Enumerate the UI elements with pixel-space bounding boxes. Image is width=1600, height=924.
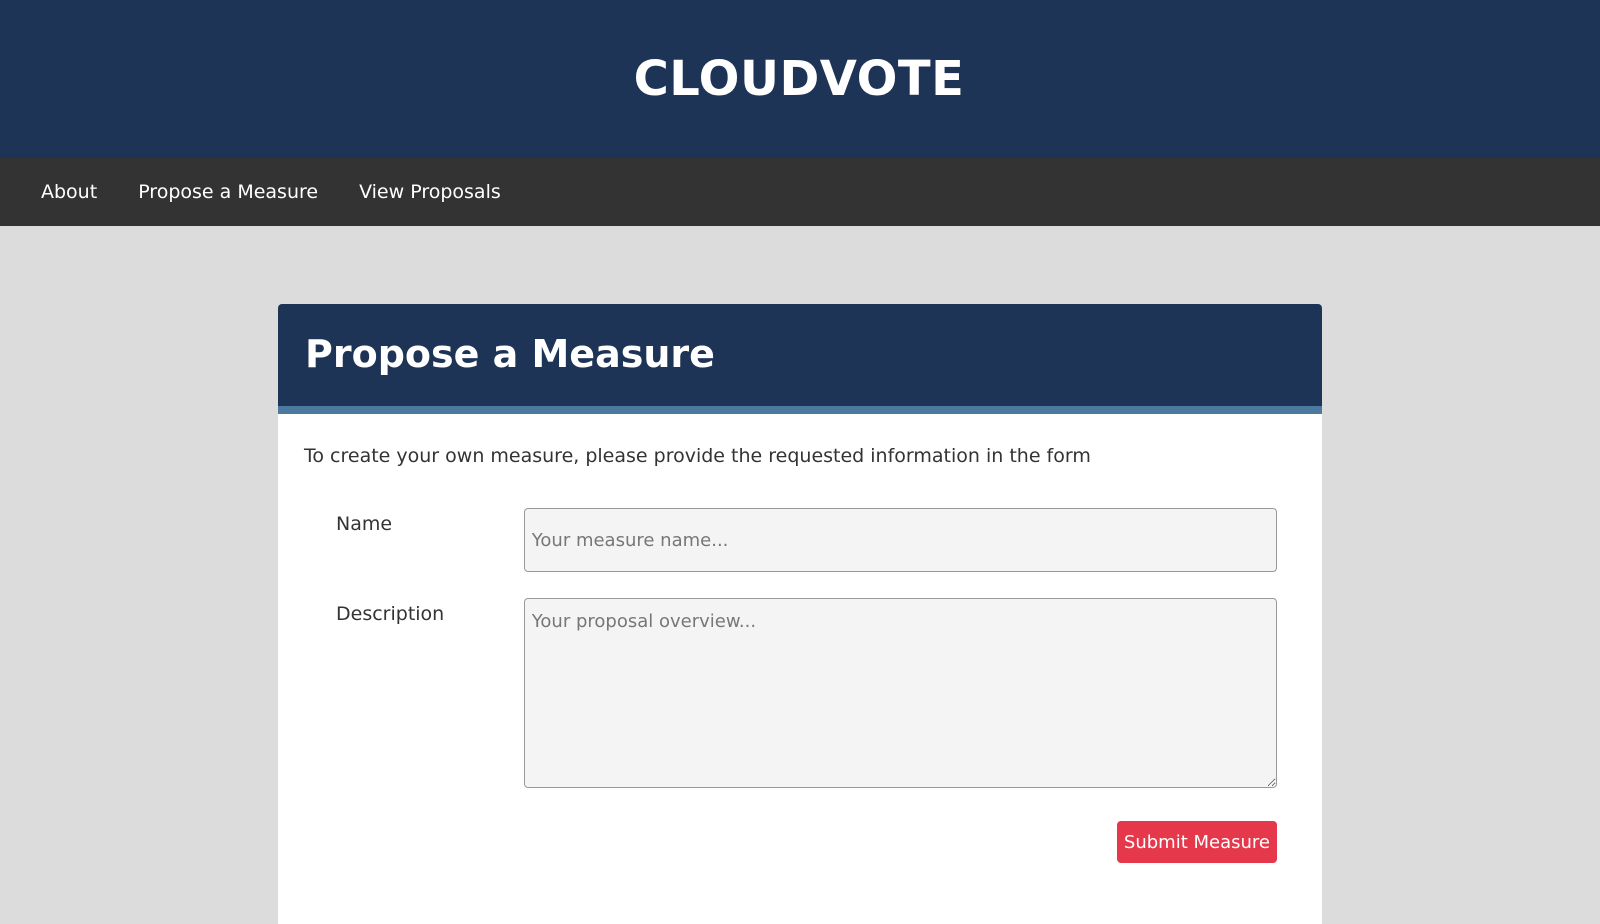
description-textarea[interactable]: [523, 598, 1277, 788]
name-row: Name: [304, 508, 1277, 572]
description-label: Description: [336, 603, 445, 625]
site-header: CLOUDVOTE: [0, 0, 1600, 158]
card-title: Propose a Measure: [305, 332, 715, 376]
submit-measure-button[interactable]: Submit Measure: [1116, 821, 1277, 863]
site-title: CLOUDVOTE: [633, 51, 965, 107]
name-label: Name: [336, 513, 393, 535]
propose-measure-card: Propose a Measure To create your own mea…: [278, 304, 1322, 924]
form-intro-text: To create your own measure, please provi…: [304, 445, 1091, 467]
nav-link-propose-measure[interactable]: Propose a Measure: [138, 181, 318, 203]
measure-name-input[interactable]: [523, 508, 1277, 572]
form-actions: Submit Measure: [304, 821, 1277, 863]
main-nav: About Propose a Measure View Proposals: [0, 158, 1600, 226]
card-header: Propose a Measure: [278, 304, 1322, 414]
nav-link-about[interactable]: About: [41, 181, 97, 203]
nav-link-view-proposals[interactable]: View Proposals: [359, 181, 501, 203]
card-body: To create your own measure, please provi…: [278, 414, 1322, 863]
description-row: Description: [304, 598, 1277, 788]
